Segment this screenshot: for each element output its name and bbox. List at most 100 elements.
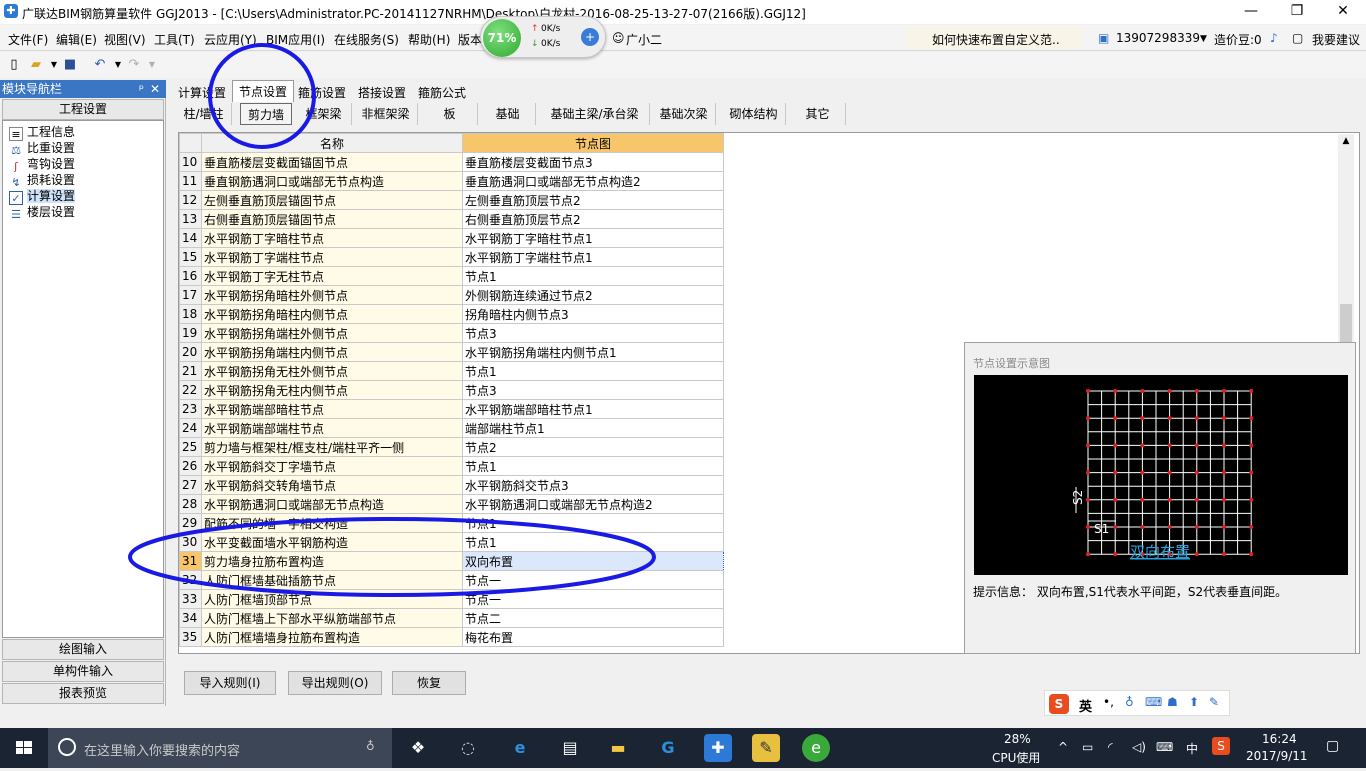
table-row[interactable]: 11 垂直钢筋遇洞口或端部无节点构造 垂直筋遇洞口或端部无节点构造2	[179, 171, 724, 191]
restore-button[interactable]: ❐	[1274, 0, 1320, 24]
green-app-icon[interactable]: e	[802, 734, 830, 762]
row-node[interactable]: 水平钢筋丁字暗柱节点1	[462, 228, 724, 248]
assistant-label[interactable]: 广小二	[626, 31, 662, 48]
row-node[interactable]: 垂直筋楼层变截面节点3	[462, 152, 724, 172]
table-row[interactable]: 20 水平钢筋拐角端柱内侧节点 水平钢筋拐角端柱内侧节点1	[179, 342, 724, 362]
row-node[interactable]: 水平钢筋遇洞口或端部无节点构造2	[462, 494, 724, 514]
table-row[interactable]: 13 右侧垂直筋顶层锚固节点 右侧垂直筋顶层节点2	[179, 209, 724, 229]
tools-icon[interactable]: ✎	[1209, 695, 1219, 709]
row-node[interactable]: 右侧垂直筋顶层节点2	[462, 209, 724, 229]
close-button[interactable]: ✕	[1320, 0, 1366, 24]
table-row[interactable]: 32 人防门框墙基础插筋节点 节点一	[179, 570, 724, 590]
subtab-other[interactable]: 其它	[790, 103, 846, 125]
table-row[interactable]: 16 水平钢筋丁字无柱节点 节点1	[179, 266, 724, 286]
clock-date[interactable]: 2017/9/11	[1246, 749, 1308, 763]
export-rules-button[interactable]: 导出规则(O)	[288, 671, 382, 695]
table-row[interactable]: 17 水平钢筋拐角暗柱外侧节点 外侧钢筋连续通过节点2	[179, 285, 724, 305]
network-speed-widget[interactable]: 71% ↑ 0K/s ↓ 0K/s +	[480, 16, 606, 58]
user-icon[interactable]: ▣	[1098, 31, 1109, 45]
table-row[interactable]: 30 水平变截面墙水平钢筋构造 节点1	[179, 532, 724, 552]
table-row[interactable]: 26 水平钢筋斜交丁字墙节点 节点1	[179, 456, 724, 476]
row-node[interactable]: 外侧钢筋连续通过节点2	[462, 285, 724, 305]
user-center-icon[interactable]: ☗	[1167, 695, 1178, 709]
nav-section-reports[interactable]: 报表预览	[2, 683, 164, 704]
nav-section-single-component[interactable]: 单构件输入	[2, 661, 164, 682]
tab-stirrup-formula[interactable]: 箍筋公式	[416, 82, 468, 104]
wifi-icon[interactable]: ◜	[1108, 740, 1113, 754]
menu-file[interactable]: 文件(F)	[8, 31, 48, 48]
table-row[interactable]: 24 水平钢筋端部端柱节点 端部端柱节点1	[179, 418, 724, 438]
notification-icon[interactable]: ▢	[1326, 738, 1339, 754]
bell-icon[interactable]: ♪	[1270, 31, 1278, 45]
tab-stirrup-settings[interactable]: 箍筋设置	[296, 82, 348, 104]
subtab-foundation-main-beam[interactable]: 基础主梁/承台梁	[540, 103, 650, 125]
notes-app-icon[interactable]: ✎	[752, 734, 780, 762]
suggest-link[interactable]: 我要建议	[1312, 31, 1360, 48]
tab-calc-settings[interactable]: 计算设置	[176, 82, 228, 104]
menu-tools[interactable]: 工具(T)	[154, 31, 195, 48]
scroll-thumb[interactable]	[1340, 304, 1352, 342]
table-row[interactable]: 22 水平钢筋拐角无柱内侧节点 节点3	[179, 380, 724, 400]
tray-chevron-icon[interactable]: ^	[1058, 740, 1068, 754]
volume-icon[interactable]: ◁)	[1132, 740, 1146, 754]
row-node[interactable]: 梅花布置	[462, 627, 724, 647]
pin-icon[interactable]: ᵖ	[139, 80, 144, 98]
row-node[interactable]: 拐角暗柱内侧节点3	[462, 304, 724, 324]
table-row[interactable]: 12 左侧垂直筋顶层锚固节点 左侧垂直筋顶层节点2	[179, 190, 724, 210]
row-node[interactable]: 双向布置	[462, 551, 724, 571]
row-node[interactable]: 节点3	[462, 323, 724, 343]
menu-help[interactable]: 帮助(H)	[408, 31, 450, 48]
sogou-tray-icon[interactable]: S	[1212, 737, 1230, 755]
taskbar-search-box[interactable]: 在这里输入你要搜索的内容 ♁	[48, 728, 392, 768]
restore-button[interactable]: 恢复	[392, 671, 466, 695]
row-node[interactable]: 节点3	[462, 380, 724, 400]
row-node[interactable]: 节点1	[462, 513, 724, 533]
row-node[interactable]: 节点1	[462, 456, 724, 476]
save-icon[interactable]: ■	[62, 57, 78, 73]
table-row[interactable]: 21 水平钢筋拐角无柱外侧节点 节点1	[179, 361, 724, 381]
subtab-foundation[interactable]: 基础	[480, 103, 536, 125]
open-folder-icon[interactable]: ▰	[28, 57, 44, 73]
subtab-column[interactable]: 柱/墙柱	[176, 103, 232, 125]
nav-item-floors[interactable]: ☰ 楼层设置	[9, 203, 75, 221]
tab-lap-settings[interactable]: 搭接设置	[356, 82, 408, 104]
sogou-logo-icon[interactable]: S	[1049, 694, 1069, 714]
minimize-button[interactable]: —	[1228, 0, 1274, 24]
scroll-up-icon[interactable]: ▲	[1338, 136, 1354, 146]
tab-node-settings[interactable]: 节点设置	[232, 80, 294, 102]
punctuation-icon[interactable]: •,	[1103, 695, 1114, 709]
glodon-app-icon[interactable]: G	[654, 734, 682, 762]
menu-bim[interactable]: BIM应用(I)	[266, 31, 325, 48]
menu-online[interactable]: 在线服务(S)	[334, 31, 399, 48]
subtab-shear-wall[interactable]: 剪力墙	[240, 103, 292, 125]
new-file-icon[interactable]: ▯	[6, 57, 22, 73]
microphone-icon[interactable]: ♁	[366, 739, 375, 753]
keyboard-icon[interactable]: ⌨	[1145, 695, 1162, 709]
suggest-icon[interactable]: ▢	[1292, 31, 1303, 45]
keyboard-tray-icon[interactable]: ⌨	[1156, 740, 1173, 754]
nav-item-loss[interactable]: ↯ 损耗设置	[9, 171, 75, 189]
subtab-foundation-secondary-beam[interactable]: 基础次梁	[652, 103, 716, 125]
row-node[interactable]: 水平钢筋丁字端柱节点1	[462, 247, 724, 267]
menu-view[interactable]: 视图(V)	[104, 31, 146, 48]
task-view-icon[interactable]: ❖	[404, 734, 432, 762]
row-node[interactable]: 节点1	[462, 532, 724, 552]
start-button[interactable]	[0, 728, 48, 768]
row-node[interactable]: 水平钢筋端部暗柱节点1	[462, 399, 724, 419]
table-row[interactable]: 31 剪力墙身拉筋布置构造 双向布置	[179, 551, 724, 571]
subtab-nonframe-beam[interactable]: 非框架梁	[354, 103, 418, 125]
table-row[interactable]: 29 配筋不同的墙一字相交构造 节点1	[179, 513, 724, 533]
battery-icon[interactable]: ▭	[1082, 740, 1093, 754]
row-node[interactable]: 端部端柱节点1	[462, 418, 724, 438]
table-row[interactable]: 28 水平钢筋遇洞口或端部无节点构造 水平钢筋遇洞口或端部无节点构造2	[179, 494, 724, 514]
nav-section-project-settings[interactable]: 工程设置	[2, 99, 164, 120]
ime-lang[interactable]: 英	[1079, 696, 1092, 715]
row-node[interactable]: 节点2	[462, 437, 724, 457]
row-node[interactable]: 左侧垂直筋顶层节点2	[462, 190, 724, 210]
nav-section-drawing[interactable]: 绘图输入	[2, 639, 164, 660]
row-node[interactable]: 水平钢筋拐角端柱内侧节点1	[462, 342, 724, 362]
mic-icon[interactable]: ♁	[1125, 695, 1134, 709]
store-icon[interactable]: ▤	[556, 734, 584, 762]
chevron-down-icon[interactable]: ▼	[1200, 34, 1207, 44]
menu-edit[interactable]: 编辑(E)	[56, 31, 97, 48]
